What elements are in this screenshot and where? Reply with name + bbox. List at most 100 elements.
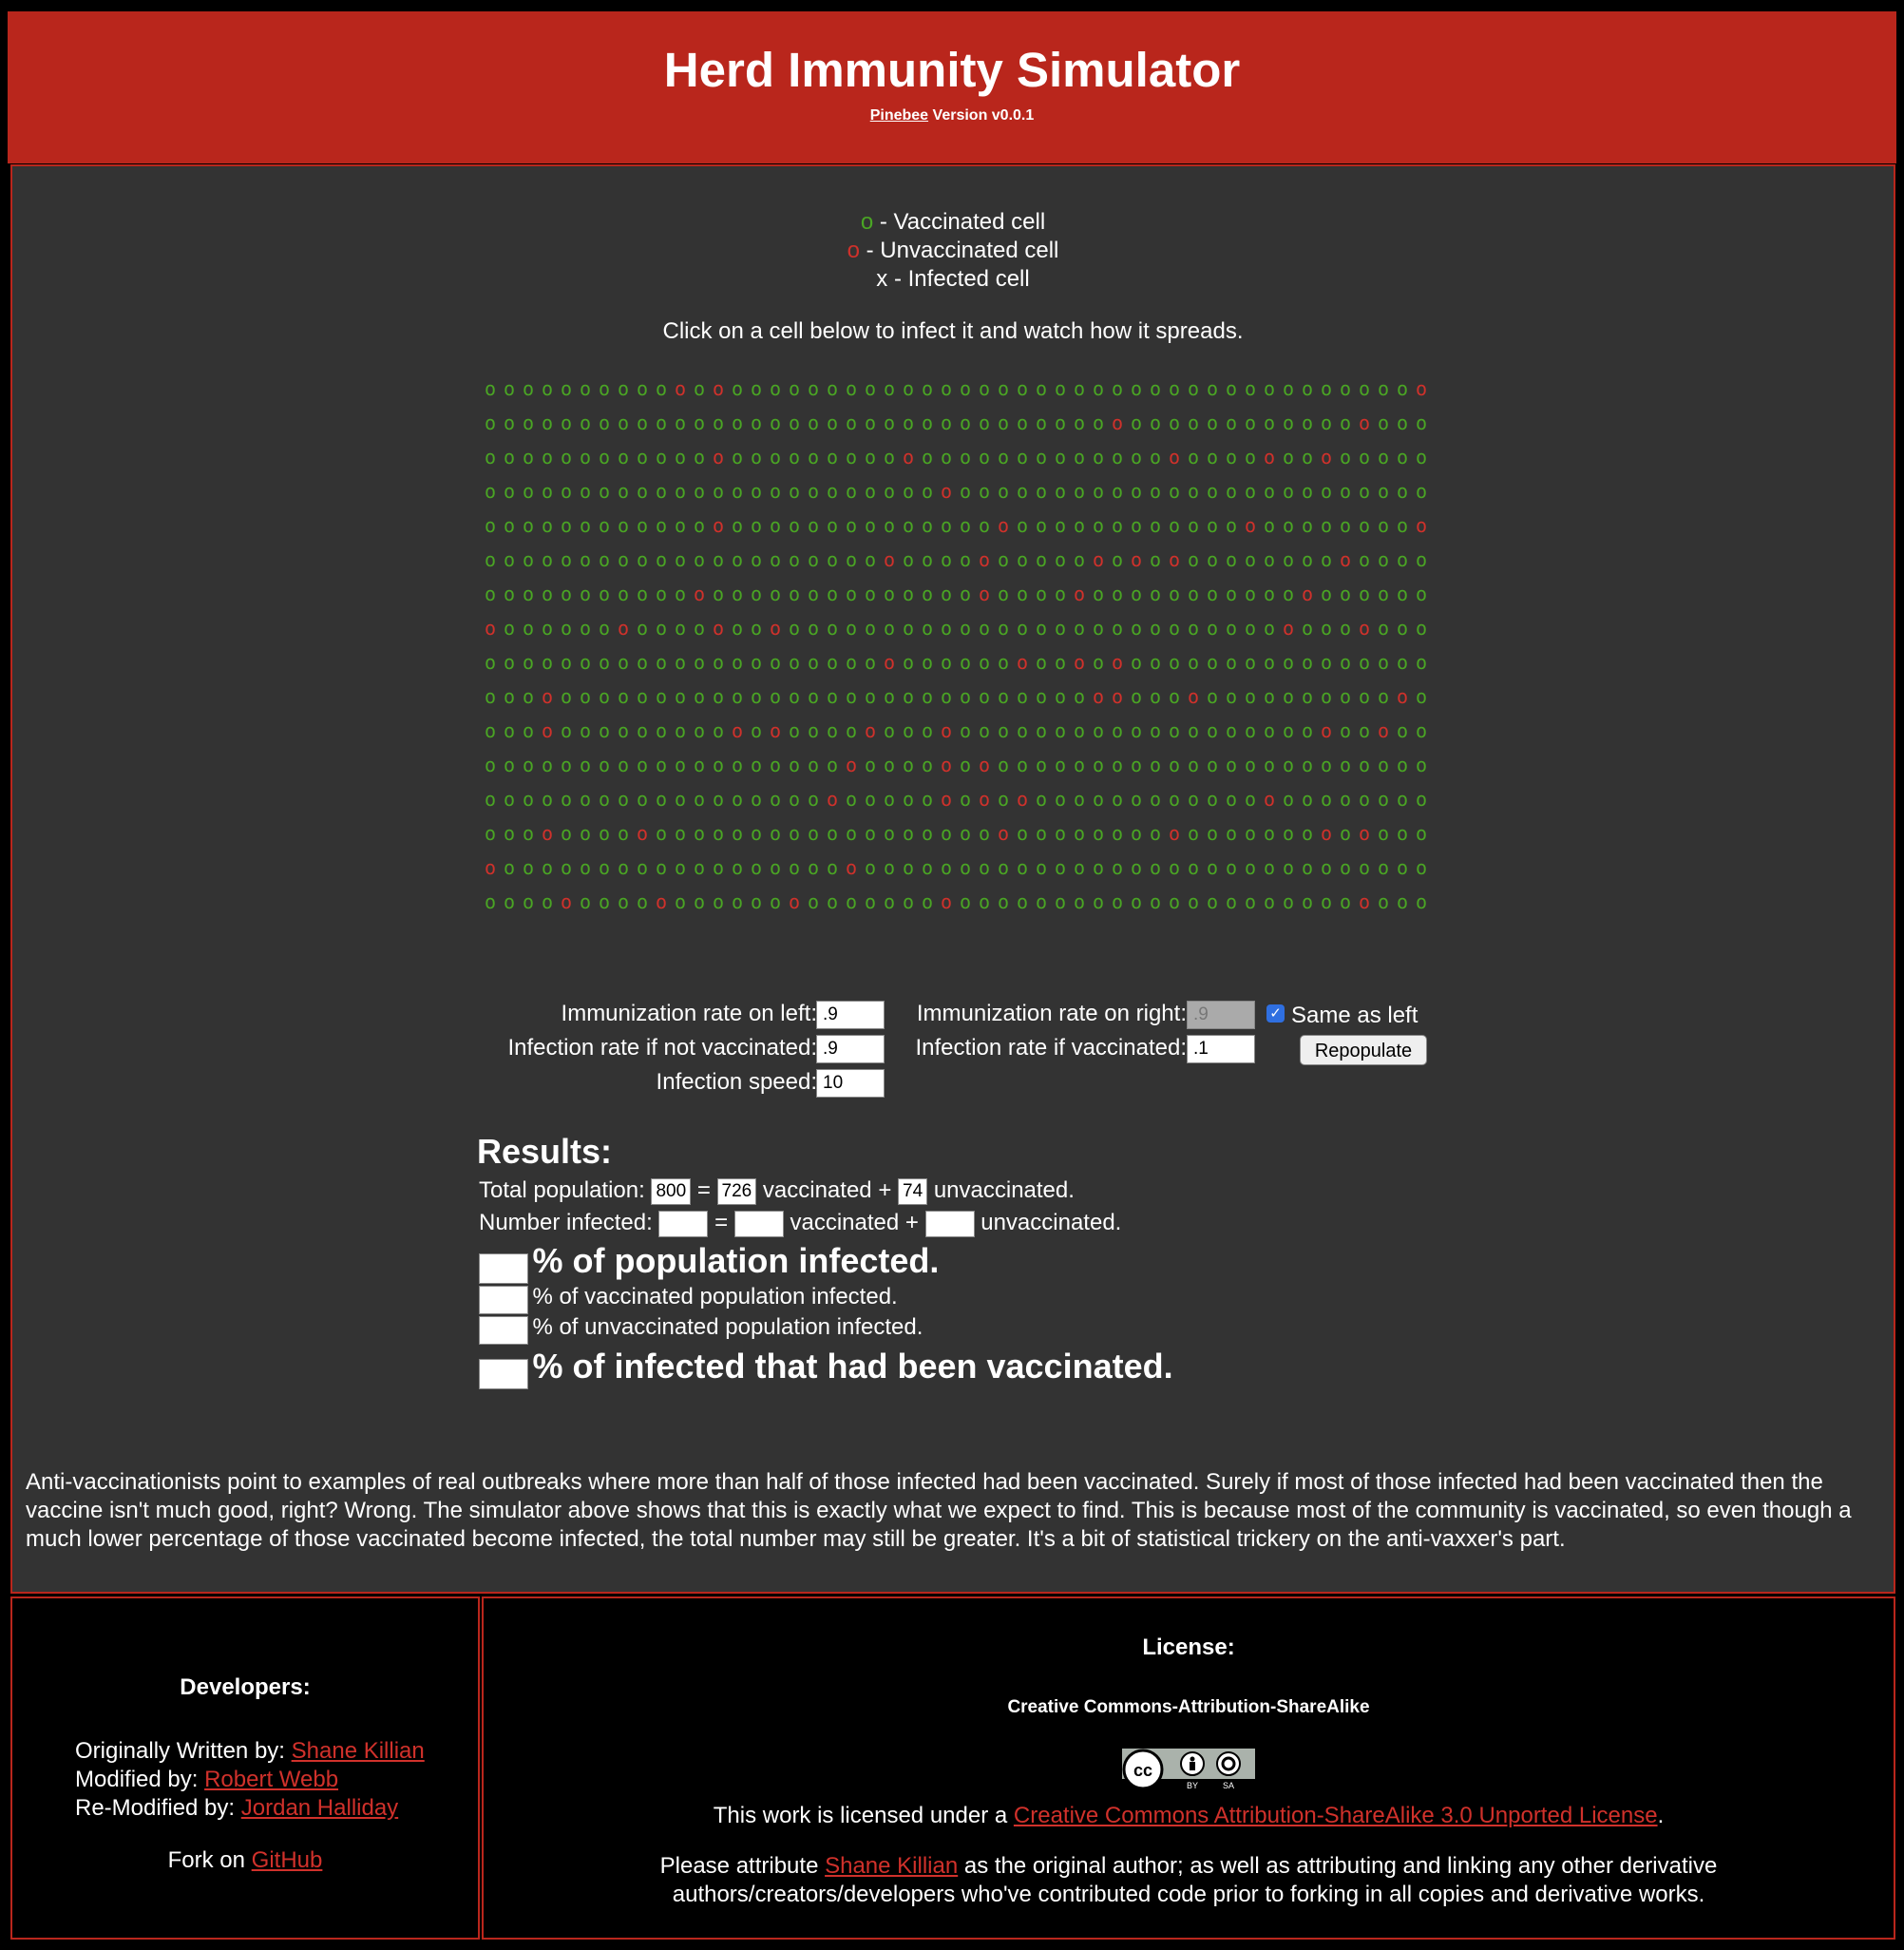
- vaccinated-cell[interactable]: o: [1108, 890, 1127, 913]
- vaccinated-cell[interactable]: o: [671, 719, 690, 742]
- vaccinated-cell[interactable]: o: [1355, 446, 1374, 468]
- vaccinated-cell[interactable]: o: [500, 856, 519, 879]
- vaccinated-cell[interactable]: o: [785, 446, 804, 468]
- vaccinated-cell[interactable]: o: [1374, 548, 1393, 571]
- vaccinated-cell[interactable]: o: [842, 788, 861, 811]
- vaccinated-cell[interactable]: o: [595, 617, 614, 640]
- vaccinated-cell[interactable]: o: [1393, 480, 1412, 503]
- vaccinated-cell[interactable]: o: [861, 651, 880, 674]
- vaccinated-cell[interactable]: o: [975, 514, 994, 537]
- vaccinated-cell[interactable]: o: [1374, 377, 1393, 400]
- vaccinated-cell[interactable]: o: [918, 651, 937, 674]
- vaccinated-cell[interactable]: o: [804, 446, 823, 468]
- vaccinated-cell[interactable]: o: [1279, 822, 1298, 845]
- vaccinated-cell[interactable]: o: [614, 411, 633, 434]
- vaccinated-cell[interactable]: o: [519, 856, 538, 879]
- vaccinated-cell[interactable]: o: [918, 754, 937, 776]
- vaccinated-cell[interactable]: o: [1203, 856, 1222, 879]
- vaccinated-cell[interactable]: o: [519, 719, 538, 742]
- vaccinated-cell[interactable]: o: [899, 754, 918, 776]
- vaccinated-cell[interactable]: o: [804, 856, 823, 879]
- vaccinated-cell[interactable]: o: [519, 617, 538, 640]
- vaccinated-cell[interactable]: o: [500, 651, 519, 674]
- unvaccinated-cell[interactable]: o: [823, 788, 842, 811]
- vaccinated-cell[interactable]: o: [1298, 890, 1317, 913]
- vaccinated-cell[interactable]: o: [500, 617, 519, 640]
- vaccinated-cell[interactable]: o: [538, 480, 557, 503]
- vaccinated-cell[interactable]: o: [918, 377, 937, 400]
- vaccinated-cell[interactable]: o: [918, 719, 937, 742]
- vaccinated-cell[interactable]: o: [1127, 480, 1146, 503]
- vaccinated-cell[interactable]: o: [1260, 822, 1279, 845]
- vaccinated-cell[interactable]: o: [880, 411, 899, 434]
- unvaccinated-cell[interactable]: o: [557, 890, 576, 913]
- unvaccinated-cell[interactable]: o: [1317, 719, 1336, 742]
- vaccinated-cell[interactable]: o: [1374, 583, 1393, 605]
- vaccinated-cell[interactable]: o: [1317, 754, 1336, 776]
- vaccinated-cell[interactable]: o: [766, 548, 785, 571]
- vaccinated-cell[interactable]: o: [1032, 514, 1051, 537]
- vaccinated-cell[interactable]: o: [1184, 890, 1203, 913]
- vaccinated-cell[interactable]: o: [747, 685, 766, 708]
- vaccinated-cell[interactable]: o: [652, 514, 671, 537]
- unvaccinated-cell[interactable]: o: [1108, 685, 1127, 708]
- vaccinated-cell[interactable]: o: [975, 822, 994, 845]
- vaccinated-cell[interactable]: o: [614, 822, 633, 845]
- vaccinated-cell[interactable]: o: [1184, 377, 1203, 400]
- vaccinated-cell[interactable]: o: [1013, 822, 1032, 845]
- vaccinated-cell[interactable]: o: [1070, 856, 1089, 879]
- vaccinated-cell[interactable]: o: [785, 754, 804, 776]
- vaccinated-cell[interactable]: o: [1298, 788, 1317, 811]
- vaccinated-cell[interactable]: o: [519, 685, 538, 708]
- vaccinated-cell[interactable]: o: [614, 754, 633, 776]
- vaccinated-cell[interactable]: o: [1203, 617, 1222, 640]
- vaccinated-cell[interactable]: o: [1032, 583, 1051, 605]
- vaccinated-cell[interactable]: o: [1146, 685, 1165, 708]
- vaccinated-cell[interactable]: o: [899, 822, 918, 845]
- vaccinated-cell[interactable]: o: [975, 719, 994, 742]
- unvaccinated-cell[interactable]: o: [842, 754, 861, 776]
- vaccinated-cell[interactable]: o: [1070, 617, 1089, 640]
- vaccinated-cell[interactable]: o: [557, 377, 576, 400]
- unvaccinated-cell[interactable]: o: [1070, 583, 1089, 605]
- vaccinated-cell[interactable]: o: [861, 788, 880, 811]
- vaccinated-cell[interactable]: o: [880, 788, 899, 811]
- vaccinated-cell[interactable]: o: [1260, 583, 1279, 605]
- vaccinated-cell[interactable]: o: [576, 480, 595, 503]
- vaccinated-cell[interactable]: o: [937, 377, 956, 400]
- vaccinated-cell[interactable]: o: [1203, 822, 1222, 845]
- vaccinated-cell[interactable]: o: [1184, 514, 1203, 537]
- vaccinated-cell[interactable]: o: [690, 856, 709, 879]
- vaccinated-cell[interactable]: o: [709, 788, 728, 811]
- vaccinated-cell[interactable]: o: [500, 822, 519, 845]
- unvaccinated-cell[interactable]: o: [1279, 617, 1298, 640]
- vaccinated-cell[interactable]: o: [1222, 719, 1241, 742]
- vaccinated-cell[interactable]: o: [1336, 856, 1355, 879]
- vaccinated-cell[interactable]: o: [1051, 583, 1070, 605]
- vaccinated-cell[interactable]: o: [861, 411, 880, 434]
- vaccinated-cell[interactable]: o: [1146, 890, 1165, 913]
- repopulate-button[interactable]: Repopulate: [1300, 1035, 1427, 1065]
- vaccinated-cell[interactable]: o: [1260, 719, 1279, 742]
- vaccinated-cell[interactable]: o: [500, 788, 519, 811]
- vaccinated-cell[interactable]: o: [538, 548, 557, 571]
- vaccinated-cell[interactable]: o: [1013, 617, 1032, 640]
- vaccinated-cell[interactable]: o: [1317, 685, 1336, 708]
- vaccinated-cell[interactable]: o: [1355, 480, 1374, 503]
- vaccinated-cell[interactable]: o: [994, 890, 1013, 913]
- vaccinated-cell[interactable]: o: [1336, 583, 1355, 605]
- vaccinated-cell[interactable]: o: [538, 446, 557, 468]
- vaccinated-cell[interactable]: o: [880, 754, 899, 776]
- vaccinated-cell[interactable]: o: [709, 822, 728, 845]
- vaccinated-cell[interactable]: o: [823, 651, 842, 674]
- vaccinated-cell[interactable]: o: [633, 446, 652, 468]
- vaccinated-cell[interactable]: o: [1222, 651, 1241, 674]
- vaccinated-cell[interactable]: o: [1317, 651, 1336, 674]
- vaccinated-cell[interactable]: o: [709, 411, 728, 434]
- vaccinated-cell[interactable]: o: [1336, 651, 1355, 674]
- unvaccinated-cell[interactable]: o: [728, 719, 747, 742]
- vaccinated-cell[interactable]: o: [728, 411, 747, 434]
- vaccinated-cell[interactable]: o: [1374, 754, 1393, 776]
- vaccinated-cell[interactable]: o: [1108, 856, 1127, 879]
- vaccinated-cell[interactable]: o: [804, 685, 823, 708]
